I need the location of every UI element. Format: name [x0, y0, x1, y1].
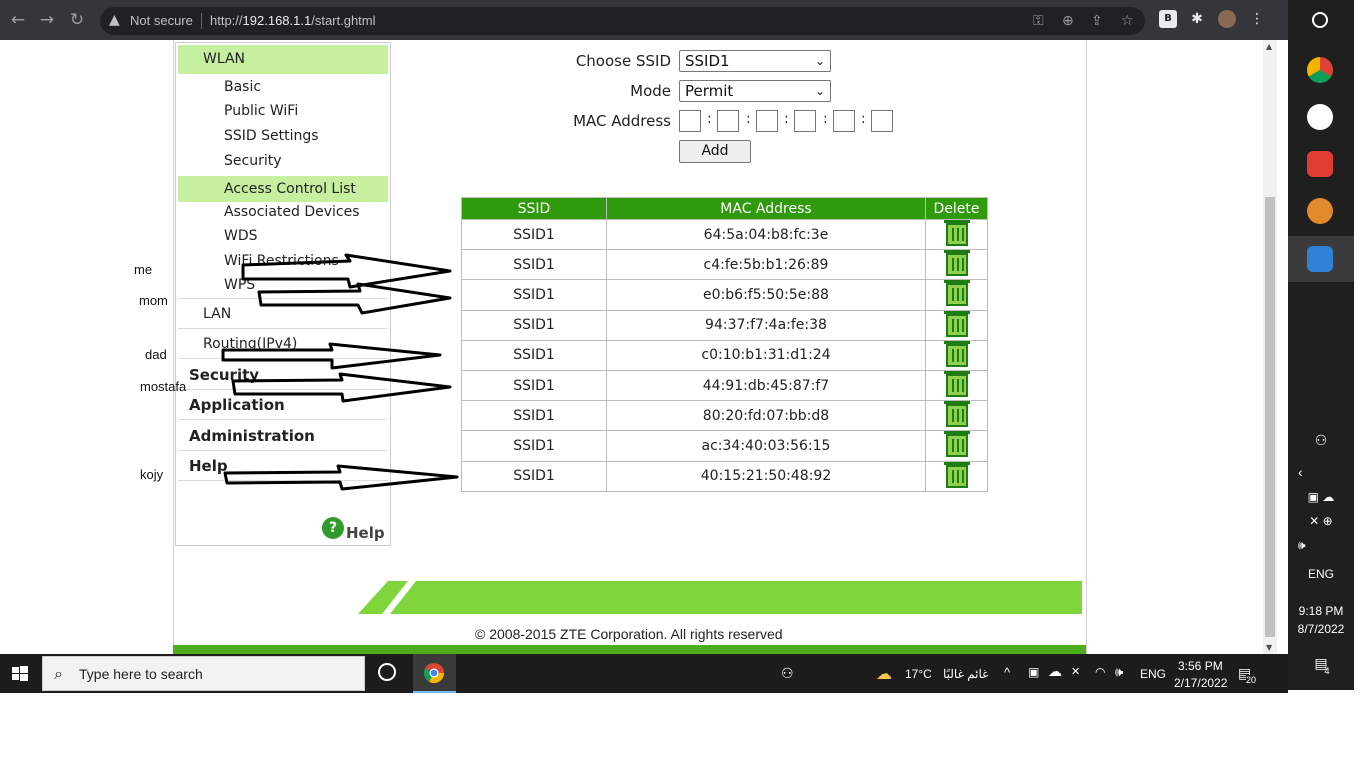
app-icon-blue[interactable] [1307, 104, 1333, 130]
arrow-me [241, 253, 452, 289]
volume-icon[interactable]: 🕪 [1298, 538, 1364, 553]
arrow-kojy [223, 464, 459, 491]
annotation-arrows [221, 253, 459, 491]
tray-icons-row-2[interactable]: ✕ ⊕ [1288, 514, 1354, 528]
arrow-mom [257, 282, 452, 315]
search-placeholder: Type here to search [79, 666, 203, 682]
weather-icon[interactable]: ☁ [876, 664, 892, 684]
taskbar-time[interactable]: 3:56 PM [1178, 659, 1223, 673]
page-scrollbar[interactable]: ▲ ▼ [1263, 40, 1277, 654]
photos-app-icon[interactable] [1307, 246, 1333, 272]
weather-condition[interactable]: غائم غالبًا [943, 667, 988, 681]
cortana-ring-icon[interactable] [1312, 12, 1328, 28]
chrome-app-icon[interactable] [1307, 57, 1333, 83]
annotation-mostafa: mostafa [140, 379, 187, 394]
screen: ← → ↻ ▲ Not secure http://192.168.1.1/st… [0, 0, 1366, 768]
weather-temp[interactable]: 17°C [905, 667, 932, 681]
side-language-indicator[interactable]: ENG [1288, 567, 1354, 581]
tray-icons-row-1[interactable]: ▣ ☁ [1288, 490, 1354, 504]
meet-now-icon[interactable]: ▣ [1028, 665, 1039, 679]
language-indicator[interactable]: ENG [1140, 667, 1166, 681]
taskbar-date[interactable]: 2/17/2022 [1174, 676, 1227, 690]
notification-count: 20 [1246, 675, 1257, 685]
chrome-icon [423, 663, 445, 684]
blank-area [0, 693, 1366, 768]
pin-app-icon[interactable] [1307, 151, 1333, 177]
taskbar-chrome-button[interactable] [413, 654, 456, 693]
wifi-icon[interactable]: ◠ [1095, 665, 1105, 679]
orange-app-icon[interactable] [1307, 198, 1333, 224]
side-notification-count: 4 [1324, 666, 1330, 676]
volume-icon[interactable]: 🕪 [1115, 664, 1123, 680]
side-app-panel: ⚇ ‹ ▣ ☁ ✕ ⊕ 🕪 ENG 9:18 PM 8/7/2022 ▤ 4 [1288, 0, 1354, 690]
side-time[interactable]: 9:18 PM [1288, 604, 1354, 618]
search-icon: ⌕ [54, 664, 63, 683]
annotation-me: me [134, 262, 153, 277]
annotation-dad: dad [145, 347, 167, 362]
scroll-up-icon[interactable]: ▲ [1266, 42, 1272, 51]
side-date[interactable]: 8/7/2022 [1288, 622, 1354, 636]
scroll-down-icon[interactable]: ▼ [1266, 643, 1272, 652]
people-icon[interactable]: ⚇ [1288, 432, 1354, 449]
arrow-dad [221, 342, 442, 370]
windows-taskbar: ⌕ Type here to search ⚇ ☁ 17°C غائم غالب… [0, 654, 1288, 693]
annotation-mom: mom [139, 293, 168, 308]
onedrive-icon[interactable]: ☁ [1048, 663, 1062, 680]
arrow-mostafa [231, 372, 452, 403]
active-app-highlight[interactable] [1288, 236, 1354, 282]
annotation-kojy: kojy [140, 467, 164, 482]
chevron-up-icon[interactable]: ^ [1004, 665, 1010, 680]
chevron-left-icon[interactable]: ‹ [1298, 464, 1364, 480]
windows-start-icon[interactable] [0, 654, 40, 693]
people-icon[interactable]: ⚇ [781, 665, 794, 682]
taskbar-search[interactable]: ⌕ Type here to search [42, 656, 365, 691]
scrollbar-thumb[interactable] [1265, 197, 1275, 637]
cortana-icon[interactable] [378, 663, 396, 681]
network-status-icon[interactable]: ✕ [1071, 665, 1080, 678]
